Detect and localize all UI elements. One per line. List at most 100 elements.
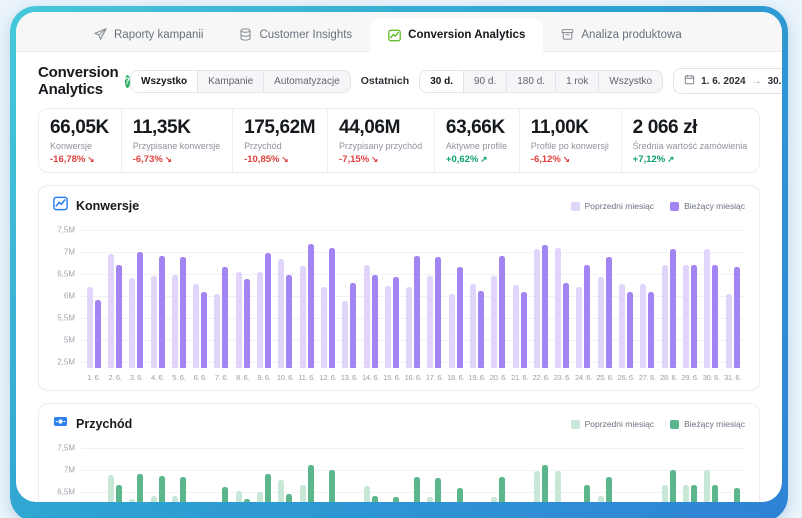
bar-poprzedni-miesi-c [363, 265, 370, 368]
period-option-30-d[interactable]: 30 d. [420, 70, 464, 92]
bar-bie-cy-miesi-c [371, 495, 378, 502]
kpi-value: 11,00K [530, 117, 589, 138]
x-axis-tick: 28. 6. [660, 373, 678, 382]
bar-poprzedni-miesi-c [533, 249, 540, 368]
bar-groups [81, 228, 745, 368]
type-option-wszystko[interactable]: Wszystko [131, 70, 199, 92]
legend-item-bie-cy-miesi-c: Bieżący miesiąc [670, 419, 745, 429]
bar-bie-cy-miesi-c [328, 248, 335, 368]
bar-bie-cy-miesi-c [605, 477, 612, 502]
legend-label: Poprzedni miesiąc [584, 201, 655, 211]
period-option-180-d[interactable]: 180 d. [507, 70, 557, 92]
bar-poprzedni-miesi-c [320, 286, 327, 368]
bar-poprzedni-miesi-c [555, 470, 562, 502]
period-label: Ostatnich [360, 75, 410, 87]
bar-bie-cy-miesi-c [541, 244, 548, 368]
filter-controls: Wszystko Kampanie Automatyzacje Ostatnich … [130, 68, 782, 94]
bar-group-23-6 [552, 470, 573, 502]
app-window: Raporty kampanii Customer Insights Convers… [16, 12, 782, 502]
bar-group-13-6 [339, 283, 360, 368]
legend-swatch [670, 419, 680, 429]
x-axis-tick: 11. 6. [298, 373, 315, 382]
type-option-automatyzacje[interactable]: Automatyzacje [264, 71, 350, 92]
bar-poprzedni-miesi-c [363, 485, 370, 502]
x-axis-tick: 15. 6. [383, 373, 401, 382]
bar-group-9-6 [253, 253, 274, 368]
bar-bie-cy-miesi-c [371, 274, 378, 368]
bar-poprzedni-miesi-c [193, 284, 200, 368]
plot-area [81, 446, 745, 502]
bar-group-8-6 [232, 491, 253, 502]
x-axis-tick: 7. 6. [214, 373, 228, 382]
kpi-delta: -10,85% ↘ [244, 154, 289, 165]
bar-bie-cy-miesi-c [137, 473, 144, 502]
tab-customer-insights[interactable]: Customer Insights [221, 18, 370, 51]
y-axis-tick: 2,5M [57, 357, 75, 367]
tab-conversion-analytics[interactable]: Conversion Analytics [370, 18, 544, 52]
x-axis-tick: 9. 6. [257, 373, 271, 382]
x-axis-tick: 24. 6. [574, 373, 592, 382]
bar-poprzedni-miesi-c [597, 276, 604, 368]
bar-bie-cy-miesi-c [115, 485, 122, 502]
bar-group-16-6 [402, 476, 423, 502]
trend-down-icon: ↘ [87, 154, 95, 164]
kpi-delta: -6,73% ↘ [132, 154, 172, 165]
period-option-90-d[interactable]: 90 d. [464, 70, 508, 92]
kpi-card-profile-po-konwersji: 11,00K Profile po konwersji -6,12% ↘ [520, 109, 622, 172]
bar-bie-cy-miesi-c [265, 473, 272, 502]
period-option-wszystko[interactable]: Wszystko [599, 71, 662, 92]
bar-poprzedni-miesi-c [107, 474, 114, 502]
bar-group-2-6 [104, 474, 125, 502]
x-axis-tick: 6. 6. [193, 373, 207, 382]
legend-swatch [570, 419, 580, 429]
kpi-delta: -16,78% ↘ [50, 154, 95, 165]
kpi-card-przypisane-konwersje: 11,35K Przypisane konwersje -6,73% ↘ [122, 109, 234, 172]
bar-bie-cy-miesi-c [541, 465, 548, 502]
kpi-label: Konwersje [50, 141, 93, 151]
y-axis: 7,5M7M6,5M6M5,5M5M2,5M [53, 444, 81, 502]
bar-poprzedni-miesi-c [171, 495, 178, 502]
y-axis-tick: 5M [63, 335, 75, 345]
date-range-picker[interactable]: 1. 6. 2024 → 30. 6. 2025 [673, 68, 782, 94]
app-window-frame: Raporty kampanii Customer Insights Convers… [10, 6, 788, 518]
bar-group-14-6 [360, 265, 381, 368]
bar-group-10-6 [275, 479, 296, 502]
bar-poprzedni-miesi-c [448, 293, 455, 368]
conversions-chart-card: Konwersje Poprzedni miesiąc Bieżący miesią… [38, 185, 760, 391]
period-option-1-rok[interactable]: 1 rok [556, 70, 600, 92]
x-axis-tick: 29. 6. [681, 373, 699, 382]
x-axis-tick: 3. 6. [129, 373, 143, 382]
type-option-kampanie[interactable]: Kampanie [198, 70, 265, 92]
bar-bie-cy-miesi-c [712, 265, 719, 368]
kpi-value: 175,62M [244, 117, 316, 138]
legend-item-bie-cy-miesi-c: Bieżący miesiąc [670, 201, 745, 211]
bar-poprzedni-miesi-c [427, 496, 434, 502]
bar-bie-cy-miesi-c [286, 274, 293, 368]
bar-bie-cy-miesi-c [712, 485, 719, 502]
bar-group-15-6 [381, 497, 402, 502]
bar-poprzedni-miesi-c [682, 265, 689, 368]
tab-raporty-kampanii[interactable]: Raporty kampanii [76, 18, 221, 51]
bar-poprzedni-miesi-c [512, 284, 519, 368]
plot: 7,5M 7M 6,5M 6M 5,5M 5M 2,5M [53, 226, 745, 368]
bar-bie-cy-miesi-c [627, 292, 634, 368]
bar-poprzedni-miesi-c [129, 278, 136, 368]
bar-group-28-6 [658, 248, 679, 368]
bar-poprzedni-miesi-c [278, 479, 285, 502]
bar-group-30-6 [701, 248, 722, 368]
bar-group-11-6 [296, 243, 317, 368]
tab-label: Conversion Analytics [408, 29, 526, 41]
bar-group-31-6 [722, 267, 743, 368]
bar-group-21-6 [509, 284, 530, 368]
x-axis-tick: 22. 6. [532, 373, 550, 382]
bar-poprzedni-miesi-c [150, 276, 157, 368]
tab-analiza-produktowa[interactable]: Analiza produktowa [543, 18, 699, 51]
bar-poprzedni-miesi-c [171, 275, 178, 368]
bar-bie-cy-miesi-c [286, 494, 293, 502]
type-filter-segmented: Wszystko Kampanie Automatyzacje [130, 69, 351, 93]
bar-group-27-6 [637, 284, 658, 368]
bar-poprzedni-miesi-c [86, 287, 93, 368]
kpi-label: Profile po konwersji [530, 141, 609, 151]
bar-group-4-6 [147, 255, 168, 368]
tab-label: Customer Insights [259, 28, 353, 41]
